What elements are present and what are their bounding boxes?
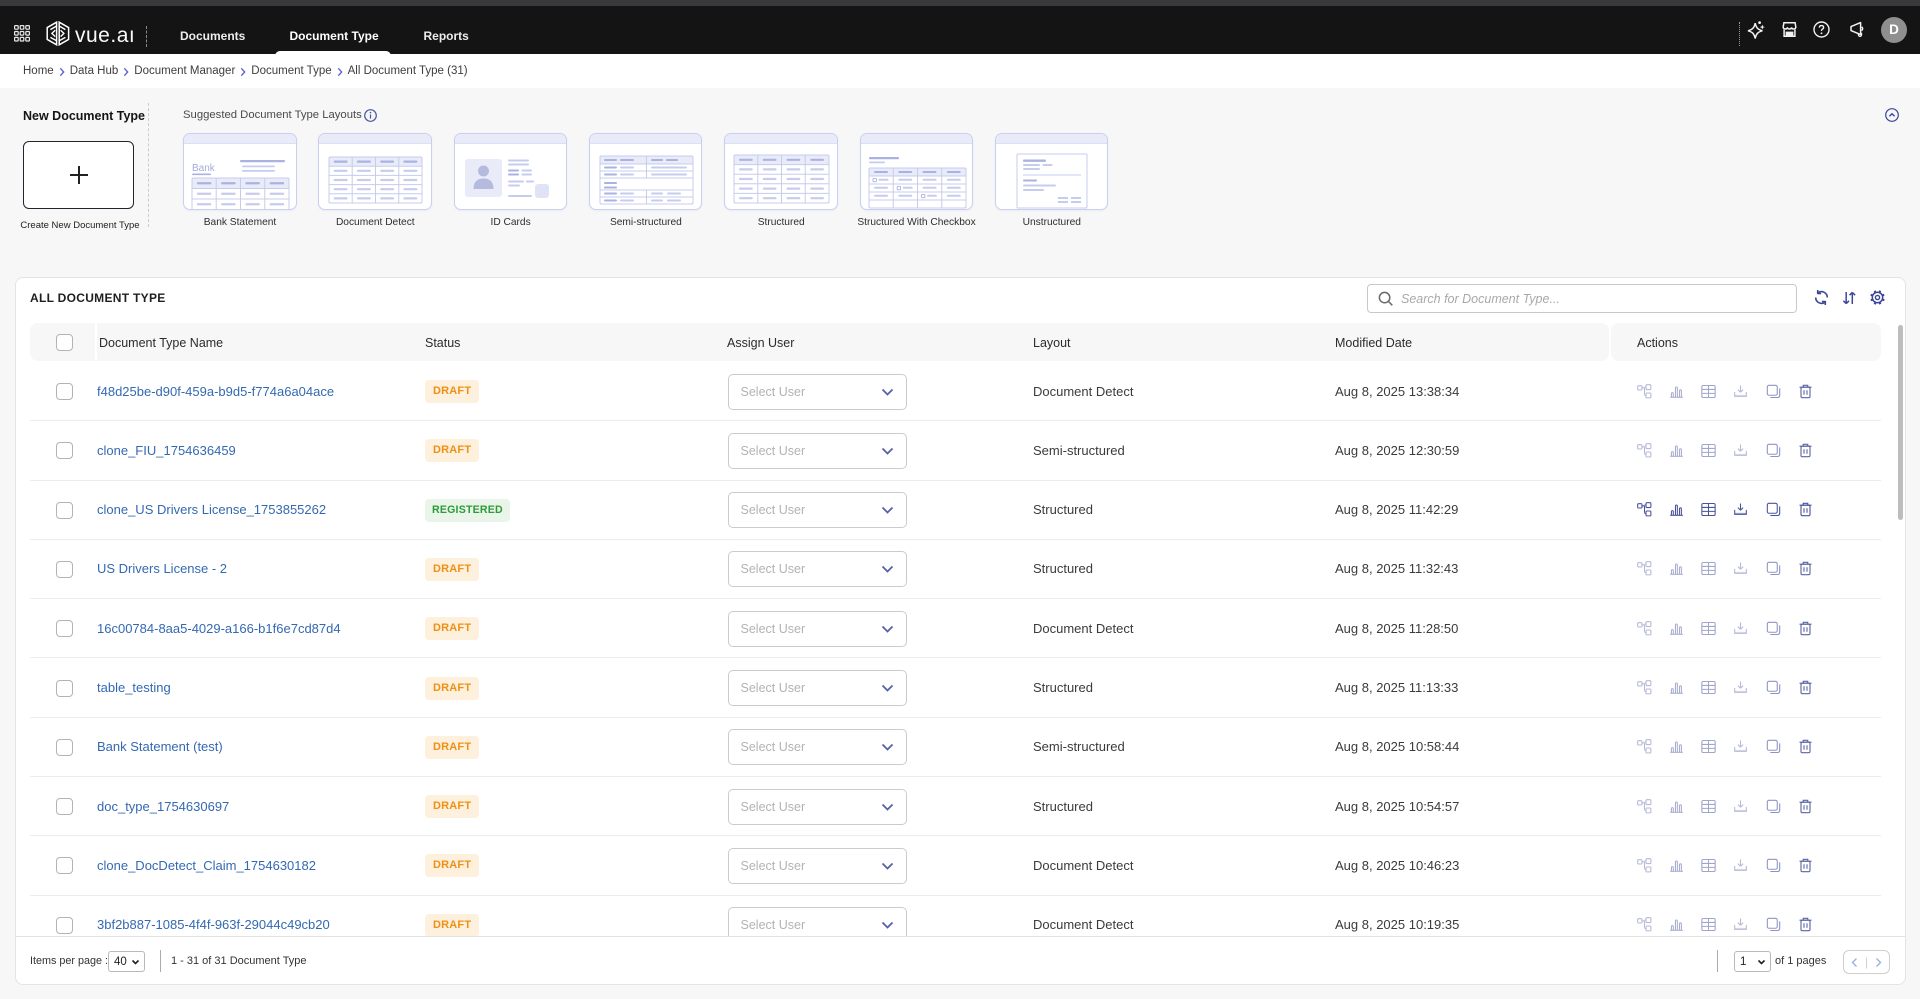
svg-text:Bank: Bank [192,163,216,174]
